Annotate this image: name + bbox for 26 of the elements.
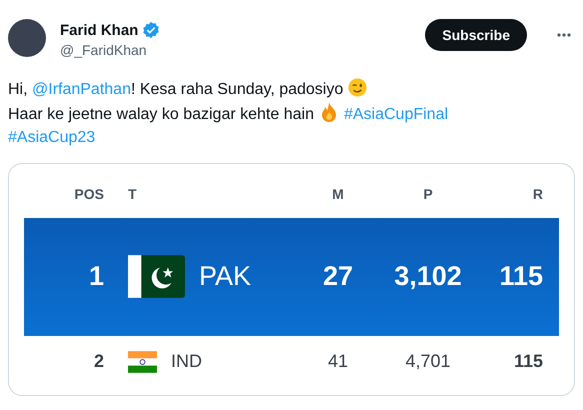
standings-image[interactable]: POS T M P R 1 PAK 27 3,102 115 2 IND 41 4,701 115 xyxy=(8,162,575,396)
table-cell-text: 4,701 xyxy=(404,351,452,372)
winking-face-icon xyxy=(348,78,368,97)
author-handle[interactable]: @_FaridKhan xyxy=(60,42,412,58)
table-cell-text: 41 xyxy=(326,351,350,372)
table-cell-text: 3,102 xyxy=(393,261,463,292)
author-name[interactable]: Farid Khan xyxy=(60,22,138,38)
team-cell: PAK xyxy=(199,261,252,292)
table-cell-text: 115 xyxy=(498,261,543,292)
team-cell: IND xyxy=(171,351,202,372)
table-cell-text: 27 xyxy=(322,261,354,292)
position-cell-text: 2 xyxy=(92,351,104,372)
subscribe-button[interactable]: Subscribe xyxy=(425,19,527,51)
flame-icon xyxy=(320,102,338,122)
avatar[interactable] xyxy=(8,19,46,57)
position-cell-text: 1 xyxy=(88,261,104,292)
tricolor-flag-icon xyxy=(128,350,157,372)
table-cell-text: 115 xyxy=(512,351,543,372)
column-header: POS xyxy=(73,184,104,204)
column-header: M xyxy=(331,184,345,204)
crescent-flag-icon xyxy=(128,255,185,298)
more-icon[interactable] xyxy=(557,33,571,37)
tweet-text: Hi, @IrfanPathan! Kesa raha Sunday, padosiyo Haar ke jeetne walay ko bazigar kehte hain #AsiaCupFinal #AsiaCup23 xyxy=(8,78,575,150)
column-header: P xyxy=(422,184,434,204)
column-header: R xyxy=(532,184,543,204)
column-header: T xyxy=(127,184,138,204)
